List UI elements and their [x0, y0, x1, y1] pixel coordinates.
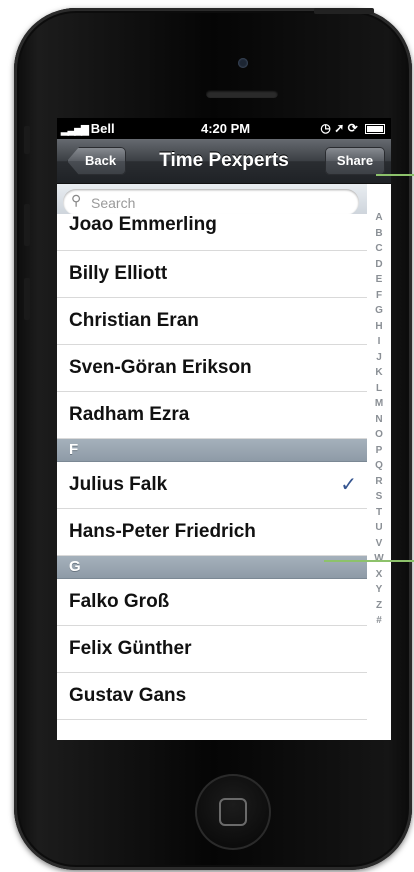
earpiece-speaker [206, 90, 278, 98]
index-letter[interactable]: A [367, 210, 391, 226]
index-letter[interactable]: B [367, 226, 391, 242]
list-item[interactable]: Billy Elliott [57, 251, 367, 298]
list-item[interactable]: Falko Groß [57, 579, 367, 626]
list-item[interactable]: Gustav Gans [57, 673, 367, 720]
index-letter[interactable]: E [367, 272, 391, 288]
contact-name: Gustav Gans [69, 685, 187, 706]
index-letter[interactable]: Q [367, 458, 391, 474]
index-letter[interactable]: K [367, 365, 391, 381]
index-letter[interactable]: Z [367, 598, 391, 614]
contact-name: Christian Eran [69, 310, 199, 331]
front-camera [238, 58, 248, 68]
index-letter[interactable]: I [367, 334, 391, 350]
index-letter[interactable]: X [367, 567, 391, 583]
search-field[interactable]: ⚲ [63, 189, 359, 215]
rotation-lock-icon: ⟳ [347, 121, 358, 135]
index-letter[interactable]: J [367, 350, 391, 366]
list-item[interactable]: Felix Günther [57, 626, 367, 673]
list-item[interactable]: Hans-Peter Friedrich [57, 509, 367, 556]
battery-icon [365, 123, 385, 134]
contact-name: Billy Elliott [69, 263, 168, 284]
volume-up-button [24, 204, 30, 246]
index-letter[interactable]: R [367, 474, 391, 490]
index-letter[interactable]: G [367, 303, 391, 319]
share-button[interactable]: Share [325, 147, 385, 175]
navigation-bar: Back Time Pexperts Share [57, 139, 391, 184]
index-letter[interactable]: T [367, 505, 391, 521]
contact-name: Sven-Göran Erikson [69, 357, 252, 378]
contact-name: Hans-Peter Friedrich [69, 521, 256, 542]
index-letter[interactable]: C [367, 241, 391, 257]
power-button [314, 8, 374, 14]
index-letter[interactable]: # [367, 613, 391, 629]
contact-name: Radham Ezra [69, 404, 190, 425]
search-icon: ⚲ [71, 192, 82, 208]
index-letter[interactable]: P [367, 443, 391, 459]
volume-down-button [24, 278, 30, 320]
section-header-g: G [57, 556, 367, 579]
contact-list: Joao Emmerling Billy Elliott Christian E… [57, 214, 367, 720]
carrier: ▂▃▅▇ Bell [61, 121, 115, 136]
index-letter[interactable]: U [367, 520, 391, 536]
search-input[interactable] [89, 192, 343, 214]
section-index[interactable]: A B C D E F G H I J K L M N O P Q R S T … [367, 210, 391, 740]
status-bar: ▂▃▅▇ Bell 4:20 PM ◷ ➚ ⟳ [57, 118, 391, 139]
list-item[interactable]: Sven-Göran Erikson [57, 345, 367, 392]
index-letter[interactable]: M [367, 396, 391, 412]
section-header-f: F [57, 439, 367, 462]
index-letter[interactable]: H [367, 319, 391, 335]
contact-name: Felix Günther [69, 638, 192, 659]
index-letter[interactable]: D [367, 257, 391, 273]
checkmark-icon: ✓ [340, 474, 357, 496]
share-callout-line [376, 174, 414, 176]
home-button[interactable] [195, 774, 271, 850]
location-icon: ➚ [334, 121, 345, 135]
contact-name: Joao Emmerling [69, 214, 217, 235]
row-callout-line [324, 560, 414, 562]
signal-icon: ▂▃▅▇ [61, 125, 89, 136]
alarm-icon: ◷ [320, 121, 331, 135]
index-letter[interactable]: W [367, 551, 391, 567]
index-letter[interactable]: N [367, 412, 391, 428]
status-time: 4:20 PM [201, 121, 251, 136]
contact-name: Falko Groß [69, 591, 170, 612]
mute-switch [24, 126, 30, 154]
list-item[interactable]: Joao Emmerling [57, 214, 367, 251]
index-letter[interactable]: L [367, 381, 391, 397]
list-item[interactable]: Julius Falk ✓ [57, 462, 367, 509]
index-letter[interactable]: V [367, 536, 391, 552]
list-item[interactable]: Christian Eran [57, 298, 367, 345]
home-square-icon [219, 798, 247, 826]
contact-name: Julius Falk [69, 474, 168, 495]
index-letter[interactable]: O [367, 427, 391, 443]
index-letter[interactable]: F [367, 288, 391, 304]
list-item[interactable]: Radham Ezra [57, 392, 367, 439]
status-icons: ◷ ➚ ⟳ [320, 121, 385, 135]
phone-screen: ▂▃▅▇ Bell 4:20 PM ◷ ➚ ⟳ Back Time Pexpert… [57, 118, 391, 740]
index-letter[interactable]: Y [367, 582, 391, 598]
index-letter[interactable]: S [367, 489, 391, 505]
